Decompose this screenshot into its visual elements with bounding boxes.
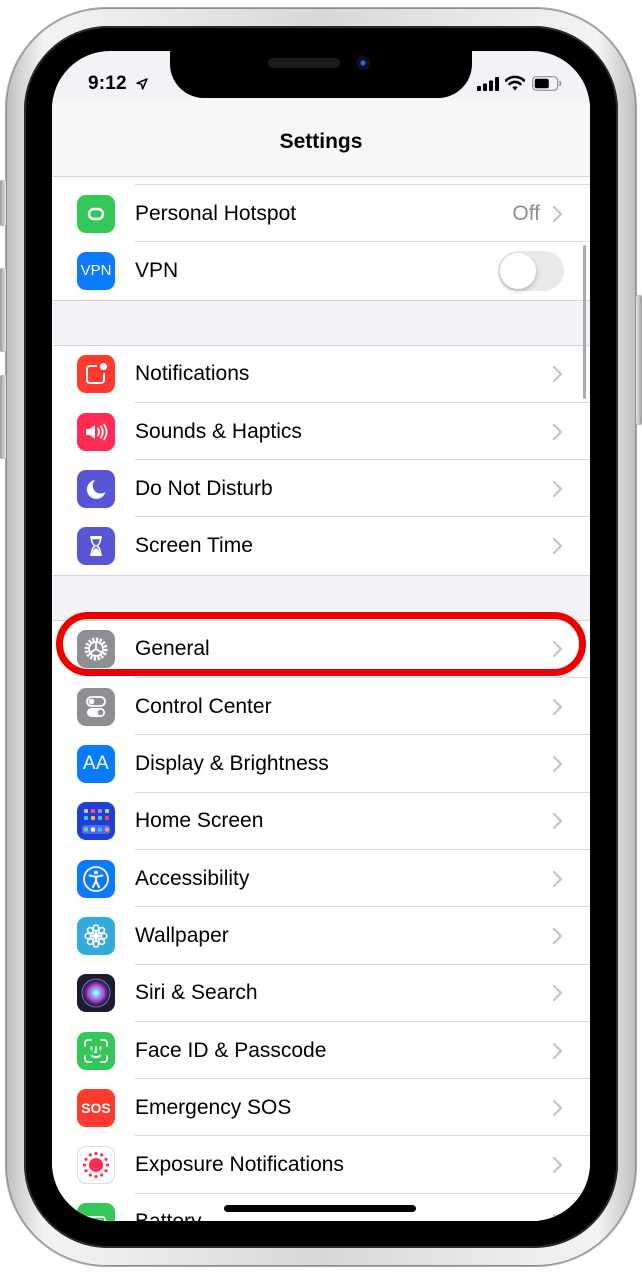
- settings-group-general: General Control Center AA Display & Brig…: [52, 620, 590, 1221]
- accessibility-icon: [77, 859, 115, 898]
- chevron-right-icon: [552, 480, 563, 497]
- exposure-notifications-icon: [77, 1146, 115, 1185]
- wifi-icon: [505, 75, 525, 91]
- front-camera: [356, 56, 370, 70]
- row-label: General: [135, 637, 210, 661]
- settings-list: Personal Hotspot Off VPN VPN Notificatio…: [52, 177, 590, 1221]
- row-label: Siri & Search: [135, 981, 258, 1005]
- hourglass-icon: [77, 527, 115, 566]
- chevron-right-icon: [552, 755, 563, 773]
- settings-row-notifications[interactable]: Notifications: [52, 346, 590, 403]
- row-label: Notifications: [135, 362, 250, 386]
- home-indicator[interactable]: [224, 1205, 416, 1212]
- sos-icon: SOS: [77, 1088, 115, 1127]
- row-label: Accessibility: [135, 866, 250, 890]
- settings-row-wallpaper[interactable]: Wallpaper: [52, 907, 590, 965]
- page-title: Settings: [279, 130, 363, 153]
- section-gap: [52, 574, 590, 621]
- settings-row-screen-time[interactable]: Screen Time: [52, 517, 590, 574]
- text-size-icon: AA: [77, 745, 115, 784]
- speaker-icon: [77, 412, 115, 451]
- row-label: Home Screen: [135, 809, 264, 833]
- row-label: Screen Time: [135, 534, 253, 558]
- row-label: Wallpaper: [135, 923, 229, 947]
- row-label: Emergency SOS: [135, 1095, 292, 1119]
- scroll-indicator[interactable]: [583, 245, 586, 399]
- siri-icon: [77, 974, 115, 1013]
- settings-group-notifications: Notifications Sounds & Haptics Do Not Di…: [52, 345, 590, 575]
- row-label: Display & Brightness: [135, 752, 329, 776]
- home-screen-grid-icon: [77, 802, 115, 841]
- chevron-right-icon: [552, 927, 563, 945]
- status-time: 9:12: [88, 73, 127, 94]
- row-label: Face ID & Passcode: [135, 1038, 327, 1062]
- chevron-right-icon: [552, 423, 563, 440]
- personal-hotspot-icon: [77, 194, 115, 233]
- settings-row-control-center[interactable]: Control Center: [52, 678, 590, 736]
- navigation-bar: Settings: [52, 99, 590, 177]
- settings-row-accessibility[interactable]: Accessibility: [52, 850, 590, 908]
- notifications-icon: [77, 355, 115, 394]
- vpn-icon-text: VPN: [80, 262, 112, 280]
- chevron-right-icon: [552, 698, 563, 715]
- settings-group-connectivity: Personal Hotspot Off VPN VPN: [52, 177, 590, 300]
- row-label: Sounds & Haptics: [135, 419, 302, 443]
- settings-row-do-not-disturb[interactable]: Do Not Disturb: [52, 460, 590, 518]
- vpn-toggle[interactable]: [498, 250, 564, 291]
- chevron-right-icon: [552, 1042, 563, 1059]
- toggle-knob: [500, 252, 536, 289]
- row-value: Off: [512, 201, 540, 225]
- settings-row-face-id-passcode[interactable]: Face ID & Passcode: [52, 1022, 590, 1080]
- chevron-right-icon: [552, 985, 563, 1002]
- row-label: Do Not Disturb: [135, 476, 273, 500]
- section-gap: [52, 299, 590, 346]
- gear-icon: [77, 630, 115, 669]
- cellular-signal-icon: [477, 77, 499, 91]
- settings-row-vpn[interactable]: VPN VPN: [52, 242, 590, 299]
- settings-row-general[interactable]: General: [52, 621, 590, 679]
- wallpaper-flower-icon: [77, 916, 115, 955]
- battery-icon: [532, 76, 562, 91]
- volume-down-button: [0, 375, 6, 459]
- settings-row-exposure-notifications[interactable]: Exposure Notifications: [52, 1136, 590, 1194]
- row-label: VPN: [135, 258, 179, 282]
- settings-row-display-brightness[interactable]: AA Display & Brightness: [52, 735, 590, 793]
- screen: 9:12 Settings Personal Hotspot Off VPN V…: [52, 51, 590, 1221]
- row-label: Exposure Notifications: [135, 1153, 344, 1177]
- settings-row-emergency-sos[interactable]: SOS Emergency SOS: [52, 1079, 590, 1137]
- text-size-icon-text: AA: [82, 753, 110, 775]
- chevron-right-icon: [552, 366, 563, 383]
- row-label: Control Center: [135, 694, 272, 718]
- chevron-right-icon: [552, 538, 563, 555]
- notch: [170, 51, 472, 98]
- mute-switch: [0, 180, 6, 226]
- row-label: Battery: [135, 1210, 202, 1221]
- chevron-right-icon: [552, 813, 563, 830]
- side-button: [636, 295, 642, 425]
- chevron-right-icon: [552, 1156, 563, 1174]
- location-arrow-icon: [136, 78, 148, 90]
- battery-settings-icon: [77, 1203, 115, 1221]
- chevron-right-icon: [552, 870, 563, 887]
- chevron-right-icon: [552, 641, 563, 658]
- settings-row-home-screen[interactable]: Home Screen: [52, 793, 590, 850]
- earpiece-speaker: [268, 58, 340, 68]
- chevron-right-icon: [552, 1099, 563, 1116]
- face-id-icon: [77, 1031, 115, 1070]
- volume-up-button: [0, 268, 6, 352]
- moon-icon: [77, 469, 115, 508]
- sos-icon-text: SOS: [81, 1099, 111, 1116]
- chevron-right-icon: [552, 205, 563, 222]
- vpn-icon: VPN: [77, 251, 115, 290]
- settings-row-personal-hotspot[interactable]: Personal Hotspot Off: [52, 185, 590, 243]
- chevron-right-icon: [552, 1214, 562, 1221]
- toggles-icon: [77, 687, 115, 726]
- settings-row-sounds-haptics[interactable]: Sounds & Haptics: [52, 403, 590, 461]
- list-row-partial: [52, 177, 590, 185]
- row-label: Personal Hotspot: [135, 201, 297, 225]
- settings-row-siri-search[interactable]: Siri & Search: [52, 965, 590, 1022]
